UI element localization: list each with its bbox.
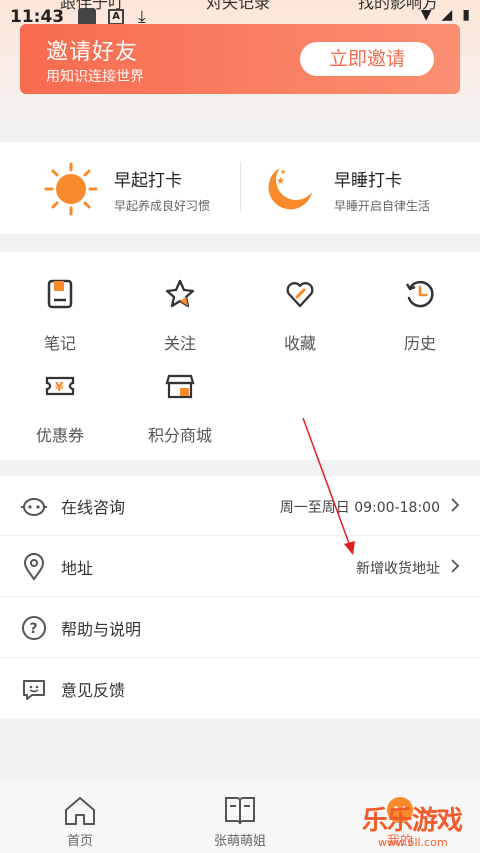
svg-text:★: ★ — [276, 176, 285, 187]
list-value: 新增收货地址 — [356, 561, 440, 577]
list-label: 在线咨询 — [61, 498, 126, 517]
nav-label: 张萌萌姐 — [213, 834, 266, 849]
watermark-logo-text: 乐乐游戏 — [362, 806, 463, 836]
feedback-icon — [23, 680, 45, 700]
note-icon — [47, 279, 73, 309]
nav-course[interactable]: 张萌萌姐 — [180, 794, 300, 849]
grid-label: 积分商城 — [147, 426, 212, 445]
checkin-title: 早睡打卡 — [334, 171, 402, 191]
list-value: 周一至周日 09:00-18:00 — [279, 500, 440, 516]
checkin-subtitle: 早睡开启自律生活 — [334, 199, 431, 213]
clipped-tab-text: 对失记录 — [206, 0, 271, 12]
svg-text:★: ★ — [280, 168, 286, 176]
grid-item-coupons[interactable]: ¥ 优惠券 — [0, 344, 120, 445]
moon-icon: ★ ★ — [268, 168, 312, 210]
book-icon — [225, 797, 255, 825]
grid-item-favorites[interactable]: 收藏 — [240, 252, 360, 353]
heart-icon — [286, 282, 314, 308]
list-label: 帮助与说明 — [61, 620, 142, 639]
early-rise-checkin[interactable]: 早起打卡 早起养成良好习惯 — [0, 142, 240, 234]
invite-title: 邀请好友 — [46, 40, 139, 65]
list-item-address[interactable]: 地址 新增收货地址 — [0, 537, 480, 597]
coupon-icon: ¥ — [45, 376, 75, 396]
list-item-consult[interactable]: 在线咨询 周一至周日 09:00-18:00 — [0, 476, 480, 536]
grid-item-points-mall[interactable]: 积分商城 — [120, 344, 240, 445]
watermark-url: www.6ll.com — [378, 836, 448, 849]
invite-subtitle: 用知识连接世界 — [46, 69, 144, 85]
svg-text:?: ? — [30, 621, 38, 637]
list-item-feedback[interactable]: 意见反馈 — [0, 659, 480, 719]
grid-item-notes[interactable]: 笔记 — [0, 252, 120, 353]
grid-label: 历史 — [403, 334, 436, 353]
star-icon — [165, 279, 195, 308]
invite-button[interactable]: 立即邀请 — [300, 42, 434, 76]
svg-text:¥: ¥ — [55, 380, 64, 394]
clipped-tab-text: 跟伴于叮 — [60, 0, 125, 12]
shop-icon — [165, 374, 195, 399]
grid-label: 优惠券 — [35, 426, 84, 445]
feature-grid: 笔记 关注 收藏 历史 ¥ 优惠券 积分商城 — [0, 252, 480, 460]
list-label: 意见反馈 — [61, 681, 126, 700]
nav-home[interactable]: 首页 — [20, 794, 140, 849]
checkin-card: 早起打卡 早起养成良好习惯 ★ ★ 早睡打卡 早睡开启自律生活 — [0, 142, 480, 234]
checkin-subtitle: 早起养成良好习惯 — [114, 199, 211, 213]
location-icon — [23, 553, 45, 581]
status-right-icons: ▼ ◢ ▮ — [421, 7, 470, 23]
site-watermark: 乐乐游戏 www.6ll.com — [358, 800, 480, 853]
grid-item-history[interactable]: 历史 — [360, 252, 480, 353]
grid-item-follow[interactable]: 关注 — [120, 252, 240, 353]
sun-icon — [44, 162, 98, 216]
chat-bot-icon — [21, 498, 47, 516]
grid-label: 收藏 — [283, 334, 316, 353]
early-sleep-checkin[interactable]: ★ ★ 早睡打卡 早睡开启自律生活 — [240, 142, 480, 234]
chevron-right-icon — [451, 498, 460, 512]
battery-icon: ▮ — [462, 7, 470, 23]
invite-banner[interactable]: 邀请好友 用知识连接世界 立即邀请 — [20, 24, 460, 94]
chevron-right-icon — [451, 559, 460, 573]
checkin-title: 早起打卡 — [114, 171, 182, 191]
list-label: 地址 — [61, 559, 94, 578]
history-icon — [405, 280, 434, 308]
list-item-help[interactable]: ? 帮助与说明 — [0, 598, 480, 658]
nav-label: 首页 — [66, 834, 93, 849]
home-icon — [65, 797, 95, 825]
settings-list: 在线咨询 周一至周日 09:00-18:00 地址 新增收货地址 ? 帮助与说明… — [0, 476, 480, 718]
signal-icon: ◢ — [441, 7, 453, 23]
wifi-icon: ▼ — [420, 7, 432, 23]
help-icon: ? — [22, 616, 46, 640]
